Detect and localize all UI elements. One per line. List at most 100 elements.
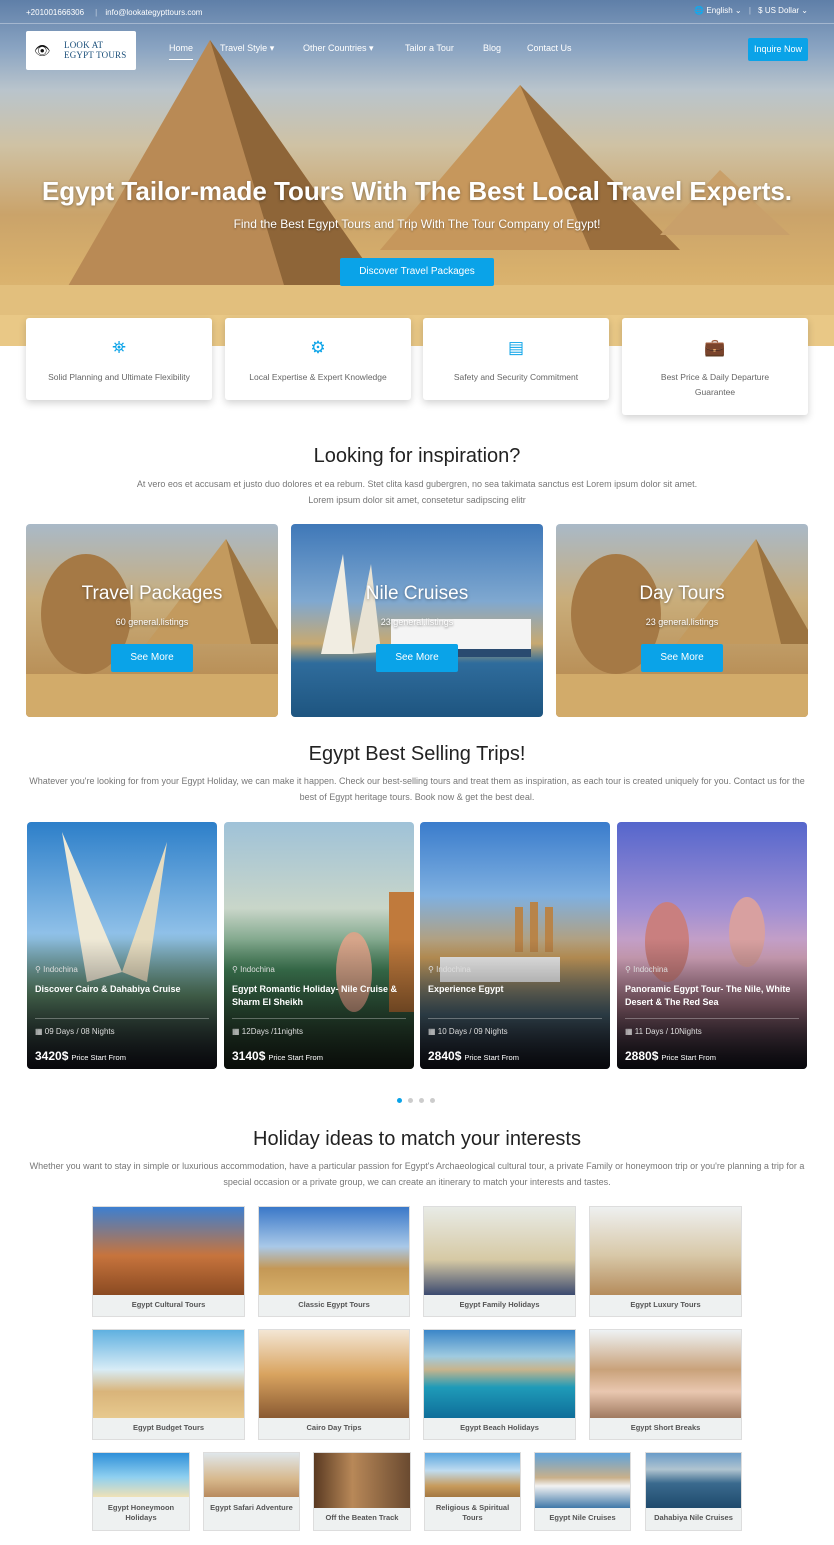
- nav-travel-style-label: Travel Style: [220, 43, 268, 53]
- carousel-dot[interactable]: [408, 1098, 413, 1103]
- calendar-icon: ▦: [35, 1027, 43, 1036]
- trip-name[interactable]: Panoramic Egypt Tour- The Nile, White De…: [625, 983, 799, 1009]
- trip-price: 3420$ Price Start From: [35, 1047, 126, 1065]
- feature-text: Local Expertise & Expert Knowledge: [249, 372, 387, 382]
- nav-contact-us[interactable]: Contact Us: [527, 43, 572, 53]
- nav-travel-style[interactable]: Travel Style ▾: [220, 43, 274, 54]
- carousel-dot[interactable]: [397, 1098, 402, 1103]
- trip-duration-label: 09 Days / 08 Nights: [44, 1027, 115, 1036]
- interest-tile[interactable]: Egypt Family Holidays: [423, 1206, 576, 1317]
- trip-location-label: Indochina: [43, 965, 78, 974]
- interest-tile[interactable]: Cairo Day Trips: [258, 1329, 410, 1440]
- trip-location: ⚲ Indochina: [625, 965, 668, 974]
- trip-name[interactable]: Experience Egypt: [428, 983, 602, 996]
- trip-card[interactable]: ⚲ Indochina Egypt Romantic Holiday- Nile…: [224, 822, 414, 1069]
- carousel-dot[interactable]: [419, 1098, 424, 1103]
- currency-select[interactable]: $ US Dollar: [758, 6, 799, 15]
- trip-location-label: Indochina: [436, 965, 471, 974]
- interest-image: [93, 1453, 189, 1497]
- interest-image: [590, 1330, 741, 1418]
- trip-price: 2840$ Price Start From: [428, 1047, 519, 1065]
- nav-home[interactable]: Home: [169, 43, 194, 60]
- trip-location: ⚲ Indochina: [232, 965, 275, 974]
- binoculars-icon: ⛯: [112, 338, 126, 357]
- book-icon: ▤: [507, 338, 525, 357]
- interest-tile[interactable]: Egypt Cultural Tours: [92, 1206, 245, 1317]
- trip-name[interactable]: Discover Cairo & Dahabiya Cruise: [35, 983, 209, 996]
- trip-divider: [35, 1018, 209, 1019]
- see-more-button[interactable]: See More: [111, 644, 193, 672]
- interest-tile[interactable]: Egypt Budget Tours: [92, 1329, 245, 1440]
- interests-text: Whether you want to stay in simple or lu…: [29, 1161, 805, 1187]
- trip-price: 3140$ Price Start From: [232, 1047, 323, 1065]
- interest-tile[interactable]: Off the Beaten Track: [313, 1452, 411, 1531]
- interest-label: Egypt Luxury Tours: [630, 1300, 701, 1309]
- category-card-day-tours[interactable]: Day Tours 23 general.listings See More: [556, 524, 808, 717]
- trip-card[interactable]: ⚲ Indochina Discover Cairo & Dahabiya Cr…: [27, 822, 217, 1069]
- email-link[interactable]: info@lookategypttours.com: [105, 8, 202, 17]
- trip-divider: [428, 1018, 602, 1019]
- interest-label: Egypt Nile Cruises: [549, 1513, 616, 1522]
- see-more-button[interactable]: See More: [641, 644, 723, 672]
- feature-text: Safety and Security Commitment: [453, 372, 579, 382]
- site-logo[interactable]: 👁 LOOK AT EGYPT TOURS: [26, 31, 136, 70]
- hero-subtitle: Find the Best Egypt Tours and Trip With …: [233, 217, 601, 231]
- interest-image: [204, 1453, 299, 1497]
- trip-name[interactable]: Egypt Romantic Holiday- Nile Cruise & Sh…: [232, 983, 406, 1009]
- interest-tile[interactable]: Dahabiya Nile Cruises: [645, 1452, 742, 1531]
- interest-tile[interactable]: Egypt Safari Adventure: [203, 1452, 300, 1531]
- trip-price-value: 3140$: [232, 1049, 266, 1063]
- nav-blog[interactable]: Blog: [483, 43, 501, 53]
- inquire-now-button[interactable]: Inquire Now: [748, 38, 808, 61]
- inspiration-text: At vero eos et accusam et justo duo dolo…: [136, 479, 698, 505]
- eye-of-horus-icon: 👁: [34, 43, 51, 58]
- interest-label: Off the Beaten Track: [325, 1513, 399, 1522]
- trip-card[interactable]: ⚲ Indochina Panoramic Egypt Tour- The Ni…: [617, 822, 807, 1069]
- interest-tile[interactable]: Religious & Spiritual Tours: [424, 1452, 521, 1531]
- interest-tile[interactable]: Egypt Short Breaks: [589, 1329, 742, 1440]
- category-card-nile-cruises[interactable]: Nile Cruises 23 general.listings See Mor…: [291, 524, 543, 717]
- trip-price-label: Price Start From: [464, 1053, 519, 1062]
- trip-location: ⚲ Indochina: [428, 965, 471, 974]
- feature-card: ▤ Safety and Security Commitment: [423, 318, 609, 400]
- interests-title: Holiday ideas to match your interests: [253, 1128, 581, 1150]
- carousel-dot[interactable]: [430, 1098, 435, 1103]
- hero-title: Egypt Tailor-made Tours With The Best Lo…: [41, 176, 793, 206]
- location-pin-icon: ⚲: [428, 965, 434, 974]
- trip-price-value: 2840$: [428, 1049, 462, 1063]
- feature-card: 💼 Best Price & Daily Departure Guarantee: [622, 318, 808, 415]
- interest-image: [535, 1453, 630, 1508]
- trip-price-label: Price Start From: [661, 1053, 716, 1062]
- interest-image: [425, 1453, 520, 1497]
- trip-duration-label: 11 Days / 10Nights: [634, 1027, 702, 1036]
- discover-packages-button[interactable]: Discover Travel Packages: [340, 258, 494, 286]
- language-select[interactable]: English: [706, 6, 732, 15]
- category-title: Nile Cruises: [365, 583, 469, 604]
- hero-banner: +201001666306 | info@lookategypttours.com…: [0, 0, 834, 346]
- see-more-button[interactable]: See More: [376, 644, 458, 672]
- logo-line-1: LOOK AT: [64, 40, 104, 50]
- interest-label: Egypt Family Holidays: [459, 1300, 540, 1309]
- category-count: 23 general.listings: [380, 617, 454, 627]
- trip-duration-label: 10 Days / 09 Nights: [437, 1027, 508, 1036]
- feature-text: Solid Planning and Ultimate Flexibility: [48, 372, 190, 382]
- top-bar: +201001666306 | info@lookategypttours.com…: [0, 0, 834, 24]
- calendar-icon: ▦: [232, 1027, 240, 1036]
- interest-image: [590, 1207, 741, 1295]
- trip-card[interactable]: ⚲ Indochina Experience Egypt ▦ 10 Days /…: [420, 822, 610, 1069]
- phone-number[interactable]: +201001666306: [26, 8, 84, 17]
- nav-tailor-a-tour[interactable]: Tailor a Tour: [405, 43, 454, 53]
- nav-other-countries[interactable]: Other Countries ▾: [303, 43, 374, 54]
- category-title: Day Tours: [639, 583, 725, 604]
- interest-tile[interactable]: Egypt Honeymoon Holidays: [92, 1452, 190, 1531]
- category-count: 23 general.listings: [645, 617, 719, 627]
- trip-price-label: Price Start From: [71, 1053, 126, 1062]
- interest-tile[interactable]: Classic Egypt Tours: [258, 1206, 410, 1317]
- interest-tile[interactable]: Egypt Beach Holidays: [423, 1329, 576, 1440]
- briefcase-icon: 💼: [704, 338, 726, 357]
- interest-tile[interactable]: Egypt Nile Cruises: [534, 1452, 631, 1531]
- interest-tile[interactable]: Egypt Luxury Tours: [589, 1206, 742, 1317]
- location-pin-icon: ⚲: [625, 965, 631, 974]
- category-card-travel-packages[interactable]: Travel Packages 60 general.listings See …: [26, 524, 278, 717]
- interest-label: Cairo Day Trips: [306, 1423, 362, 1432]
